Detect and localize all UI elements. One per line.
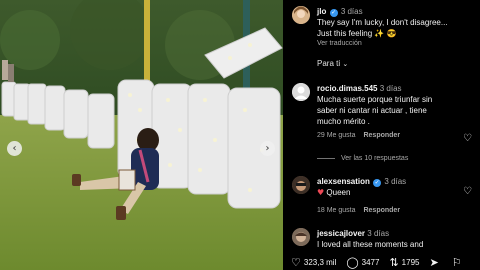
comment-item: alexsensation ✓ 3 días ♥ Queen 18 Me gus… <box>317 176 465 214</box>
save-action[interactable]: ⚐ <box>452 256 465 269</box>
comment-action[interactable]: ◯ 3477 <box>346 256 379 269</box>
repost-icon: ⇅ <box>389 256 399 269</box>
comment-time: 3 días <box>384 177 407 186</box>
author-username[interactable]: jlo <box>317 7 326 16</box>
view-replies-label: Ver las 10 respuestas <box>341 155 409 162</box>
comments-panel: jlo ✓ 3 días They say I'm lucky, I don't… <box>283 0 480 270</box>
comment-username[interactable]: jessicajlover <box>317 229 365 238</box>
comment-likes[interactable]: 18 Me gusta <box>317 207 356 214</box>
for-you-filter[interactable]: Para ti ⌄ <box>317 59 348 68</box>
commenter-avatar-image <box>292 176 310 194</box>
post-photo: ‹ › <box>0 0 283 270</box>
commenter-avatar[interactable] <box>292 176 310 194</box>
post-caption: jlo ✓ 3 días They say I'm lucky, I don't… <box>317 6 477 47</box>
for-you-label: Para ti <box>317 59 341 68</box>
commenter-avatar-image <box>292 228 310 246</box>
repost-count: 1795 <box>401 258 420 267</box>
like-count: 323,3 mil <box>303 258 337 267</box>
comment-item: rocio.dimas.545 3 días Mucha suerte porq… <box>317 83 465 139</box>
replies-divider <box>317 158 335 159</box>
like-action[interactable]: ♡ 323,3 mil <box>291 256 336 269</box>
translate-link[interactable]: Ver traducción <box>317 40 477 47</box>
share-action[interactable]: ➤ <box>429 256 441 269</box>
comment-text: Queen <box>326 188 351 197</box>
verified-icon: ✓ <box>329 9 338 17</box>
comment-time: 3 días <box>367 229 390 238</box>
heart-icon[interactable]: ♡ <box>463 187 473 197</box>
default-avatar-icon <box>292 83 310 101</box>
comment-item: jessicajlover 3 días I loved all these m… <box>317 228 465 250</box>
comment-count: 3477 <box>361 258 380 267</box>
comment-username[interactable]: alexsensation <box>317 177 370 186</box>
comment-username[interactable]: rocio.dimas.545 <box>317 84 377 93</box>
comment-text-line: Mucha suerte porque triunfar sin <box>317 95 433 104</box>
chevron-left-icon[interactable]: ‹ <box>7 141 22 156</box>
comment-text-line: saber ni cantar ni actuar , tiene <box>317 106 427 115</box>
bookmark-icon: ⚐ <box>451 256 462 269</box>
verified-icon: ✓ <box>373 179 382 187</box>
reply-button[interactable]: Responder <box>363 132 400 139</box>
comment-text-line: mucho mérito . <box>317 117 370 126</box>
post-time: 3 días <box>340 7 363 16</box>
comment-time: 3 días <box>379 84 402 93</box>
chevron-down-icon: ⌄ <box>342 60 349 68</box>
heart-icon[interactable]: ♡ <box>463 134 473 144</box>
view-replies[interactable]: Ver las 10 respuestas <box>317 155 408 162</box>
comment-likes[interactable]: 29 Me gusta <box>317 132 356 139</box>
caption-line-1: They say I'm lucky, I don't disagree... <box>317 18 448 27</box>
comment-icon: ◯ <box>346 256 359 269</box>
action-bar: ♡ 323,3 mil ◯ 3477 ⇅ 1795 ➤ ⚐ <box>283 255 480 270</box>
reply-button[interactable]: Responder <box>363 207 400 214</box>
comment-text: I loved all these moments and <box>317 240 424 249</box>
chevron-right-icon[interactable]: › <box>260 141 275 156</box>
red-heart-icon: ♥ <box>317 188 325 197</box>
repost-action[interactable]: ⇅ 1795 <box>389 256 419 269</box>
commenter-avatar[interactable] <box>292 83 310 101</box>
share-icon: ➤ <box>429 256 439 269</box>
author-avatar[interactable] <box>292 6 310 24</box>
photo-illustration <box>0 0 283 270</box>
heart-icon: ♡ <box>291 256 301 269</box>
author-avatar-image <box>292 6 310 24</box>
commenter-avatar[interactable] <box>292 228 310 246</box>
caption-line-2: Just this feeling ✨ 😎 <box>317 29 397 38</box>
